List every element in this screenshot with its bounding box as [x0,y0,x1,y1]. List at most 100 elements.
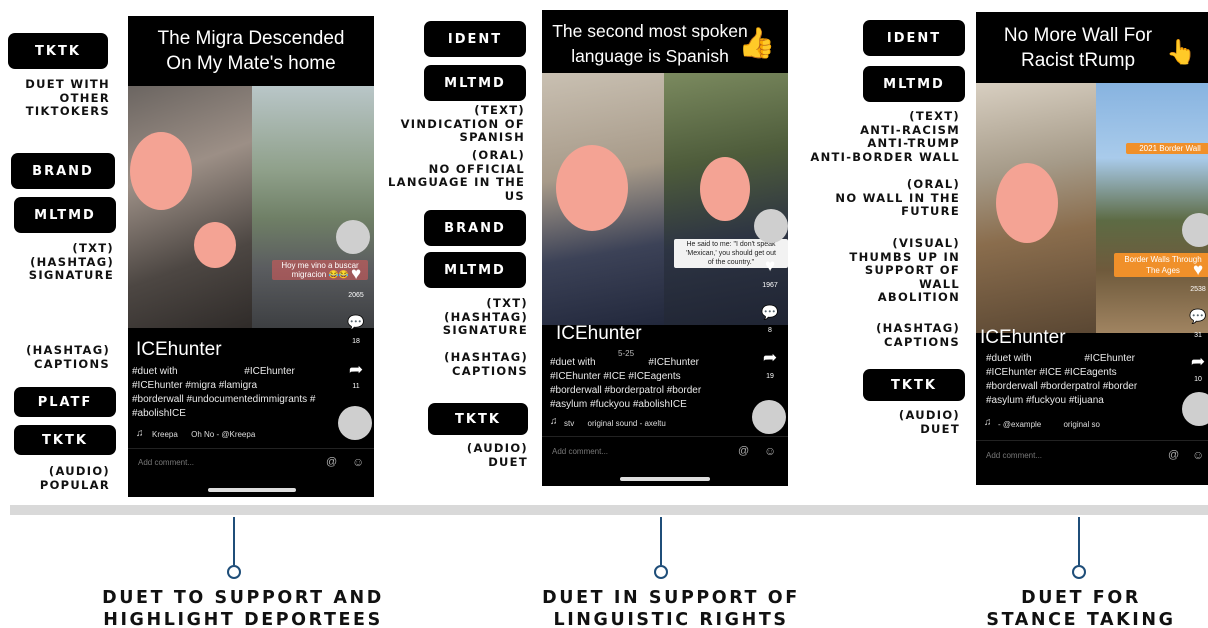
comment-bar[interactable]: Add comment... @ ☺ [976,440,1208,466]
annotation-duet-with-other-tiktokers: DUET WITH OTHER TIKTOKERS [25,77,110,118]
tag-ident: IDENT [863,20,965,56]
creator-avatar[interactable] [754,209,788,243]
like-count: 2065 [348,292,364,299]
share-icon[interactable]: ➦ [758,348,782,368]
comment-count: 31 [1194,332,1202,339]
tag-mltmd: MLTMD [424,65,526,101]
duet-video[interactable]: Hoy me vino a buscar migracion 😂😂 [128,86,374,328]
emoji-icon[interactable]: ☺ [1192,448,1204,462]
at-icon[interactable]: @ [326,456,337,468]
comment-count: 18 [352,338,360,345]
username-handle[interactable]: ICEhunter [980,327,1066,349]
sound-title[interactable]: Kreepa Oh No - @Kreepa [152,430,255,439]
sound-avatar[interactable] [1182,392,1208,426]
annotation-anti-racism: (TEXT) ANTI-RACISM ANTI-TRUMP ANTI-BORDE… [810,109,960,164]
annotation-hashtag-signature: (TXT) (HASHTAG) SIGNATURE [442,296,528,337]
sound-avatar[interactable] [752,400,786,434]
heart-icon[interactable]: ♥ [344,264,368,284]
music-note-icon: ♫ [550,416,558,427]
connector-node [654,565,668,579]
post-caption: #duet with #ICEhunter #ICEhunter #migra … [132,366,316,419]
connector-node [227,565,241,579]
sound-title[interactable]: - @example original so [998,420,1100,429]
share-count: 19 [766,373,774,380]
blurred-face [194,222,236,268]
connector-line [660,517,662,565]
heart-icon[interactable]: ♥ [758,256,782,276]
tiktok-screenshot-3: No More Wall For Racist tRump 👆 2021 Bor… [976,12,1208,485]
annotation-no-wall-future: (ORAL) NO WALL IN THE FUTURE [835,177,960,218]
share-count: 11 [352,383,360,390]
annotation-audio-duet: (AUDIO) DUET [898,408,960,436]
home-indicator [620,477,710,481]
comment-icon[interactable]: 💬 [344,314,368,331]
blurred-face [556,145,628,231]
annotation-audio-duet: (AUDIO) DUET [466,441,528,469]
tag-ident: IDENT [424,21,526,57]
tag-mltmd: MLTMD [14,197,116,233]
comment-icon[interactable]: 💬 [758,304,782,321]
username-handle[interactable]: ICEhunter [556,323,642,345]
share-icon[interactable]: ➦ [344,360,368,380]
comment-bar[interactable]: Add comment... @ ☺ [128,448,374,472]
share-count: 10 [1194,376,1202,383]
video-title: The Migra Descended On My Mate's home [128,26,374,76]
emoji-icon[interactable]: ☺ [352,455,364,469]
post-caption: #duet with #ICEhunter #ICEhunter #ICE #I… [986,353,1138,406]
duet-video[interactable]: 2021 Border Wall Border Walls Through Th… [976,83,1208,333]
video-panel-left [128,86,252,328]
tag-mltmd: MLTMD [863,66,965,102]
sound-avatar[interactable] [338,406,372,440]
blurred-face [130,132,192,210]
annotation-hashtag-captions: (HASHTAG) CAPTIONS [26,343,110,371]
tag-tktk: TKTK [863,369,965,401]
pointing-finger-icon: 👆 [1166,39,1196,66]
share-icon[interactable]: ➦ [1186,352,1208,372]
sound-title[interactable]: stv original sound - axeltu [564,419,666,428]
comment-placeholder: Add comment... [138,458,195,467]
creator-avatar[interactable] [336,220,370,254]
emoji-icon[interactable]: ☺ [764,444,776,458]
like-count: 1967 [762,282,778,289]
music-note-icon: ♫ [136,428,144,439]
annotation-hashtag-captions: (HASHTAG) CAPTIONS [444,350,528,378]
video-panel-right [1096,83,1208,333]
blurred-face [700,157,750,221]
connector-line [233,517,235,565]
creator-avatar[interactable] [1182,213,1208,247]
heart-icon[interactable]: ♥ [1186,260,1208,280]
annotation-hashtag-captions: (HASHTAG) CAPTIONS [876,321,960,349]
comment-bar[interactable]: Add comment... @ ☺ [542,436,788,462]
outcome-label: DUET IN SUPPORT OF LINGUISTIC RIGHTS [542,588,800,628]
tiktok-screenshot-1: The Migra Descended On My Mate's home Ho… [128,16,374,497]
tag-tktk: TKTK [8,33,108,69]
tag-tktk: TKTK [428,403,528,435]
outcome-label: DUET FOR STANCE TAKING [986,588,1176,628]
comment-placeholder: Add comment... [552,447,609,456]
username-handle[interactable]: ICEhunter [136,339,222,361]
connector-node [1072,565,1086,579]
annotation-hashtag-signature: (TXT) (HASHTAG) SIGNATURE [28,241,114,282]
tag-brand: BRAND [11,153,115,189]
duet-video[interactable]: He said to me: "I don't speak 'Mexican,'… [542,73,788,325]
outcome-label: DUET TO SUPPORT AND HIGHLIGHT DEPORTEES [102,588,384,628]
comment-icon[interactable]: 💬 [1186,308,1208,325]
timeline-bar [10,505,1208,515]
tiktok-screenshot-2: The second most spoken language is Spani… [542,10,788,486]
video-overlay-top: 2021 Border Wall [1126,143,1208,154]
annotation-thumbs-up: (VISUAL) THUMBS UP IN SUPPORT OF WALL AB… [849,236,960,304]
at-icon[interactable]: @ [738,445,749,457]
like-count: 2538 [1190,286,1206,293]
annotation-no-official-language: (ORAL) NO OFFICIAL LANGUAGE IN THE US [388,148,526,203]
tag-tktk: TKTK [14,425,116,455]
comment-placeholder: Add comment... [986,451,1043,460]
blurred-face [996,163,1058,243]
at-icon[interactable]: @ [1168,449,1179,461]
post-caption: #duet with #ICEhunter #ICEhunter #ICE #I… [550,357,702,410]
tag-mltmd: MLTMD [424,252,526,288]
comment-count: 8 [768,327,772,334]
home-indicator [208,488,296,492]
annotation-audio-popular: (AUDIO) POPULAR [39,464,110,492]
tag-platf: PLATF [14,387,116,417]
connector-line [1078,517,1080,565]
